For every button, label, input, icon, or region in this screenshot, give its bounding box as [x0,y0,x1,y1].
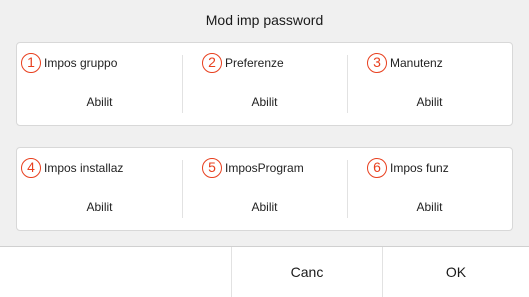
setting-header: 6 Impos funz [367,158,449,178]
setting-header: 2 Preferenze [202,53,284,73]
setting-function[interactable]: 6 Impos funz Abilit [347,148,512,230]
dialog-footer: Canc OK [0,246,529,297]
setting-label: Impos funz [390,161,449,175]
setting-label: ImposProgram [225,161,304,175]
setting-value: Abilit [86,95,113,109]
password-settings-dialog: Mod imp password 1 Impos gruppo Abilit 2… [0,0,529,297]
setting-label: Impos gruppo [44,56,118,70]
setting-header: 4 Impos installaz [21,158,123,178]
setting-value: Abilit [251,95,278,109]
setting-value: Abilit [86,200,113,214]
settings-panel-top: 1 Impos gruppo Abilit 2 Preferenze Abili… [16,42,513,126]
setting-value: Abilit [416,95,443,109]
setting-maintenance[interactable]: 3 Manutenz Abilit [347,43,512,125]
setting-header: 3 Manutenz [367,53,443,73]
ok-button[interactable]: OK [383,247,529,297]
setting-preferences[interactable]: 2 Preferenze Abilit [182,43,347,125]
number-badge: 1 [21,53,41,73]
setting-header: 1 Impos gruppo [21,53,117,73]
cancel-button[interactable]: Canc [231,247,383,297]
setting-group-settings[interactable]: 1 Impos gruppo Abilit [17,43,182,125]
setting-header: 5 ImposProgram [202,158,304,178]
number-badge: 3 [367,53,387,73]
settings-panel-bottom: 4 Impos installaz Abilit 5 ImposProgram … [16,147,513,231]
setting-label: Impos installaz [44,161,124,175]
number-badge: 6 [367,158,387,178]
setting-value: Abilit [251,200,278,214]
setting-program[interactable]: 5 ImposProgram Abilit [182,148,347,230]
number-badge: 4 [21,158,41,178]
number-badge: 2 [202,53,222,73]
setting-value: Abilit [416,200,443,214]
setting-label: Manutenz [390,56,443,70]
number-badge: 5 [202,158,222,178]
setting-installation[interactable]: 4 Impos installaz Abilit [17,148,182,230]
setting-label: Preferenze [225,56,284,70]
dialog-title: Mod imp password [205,12,324,28]
